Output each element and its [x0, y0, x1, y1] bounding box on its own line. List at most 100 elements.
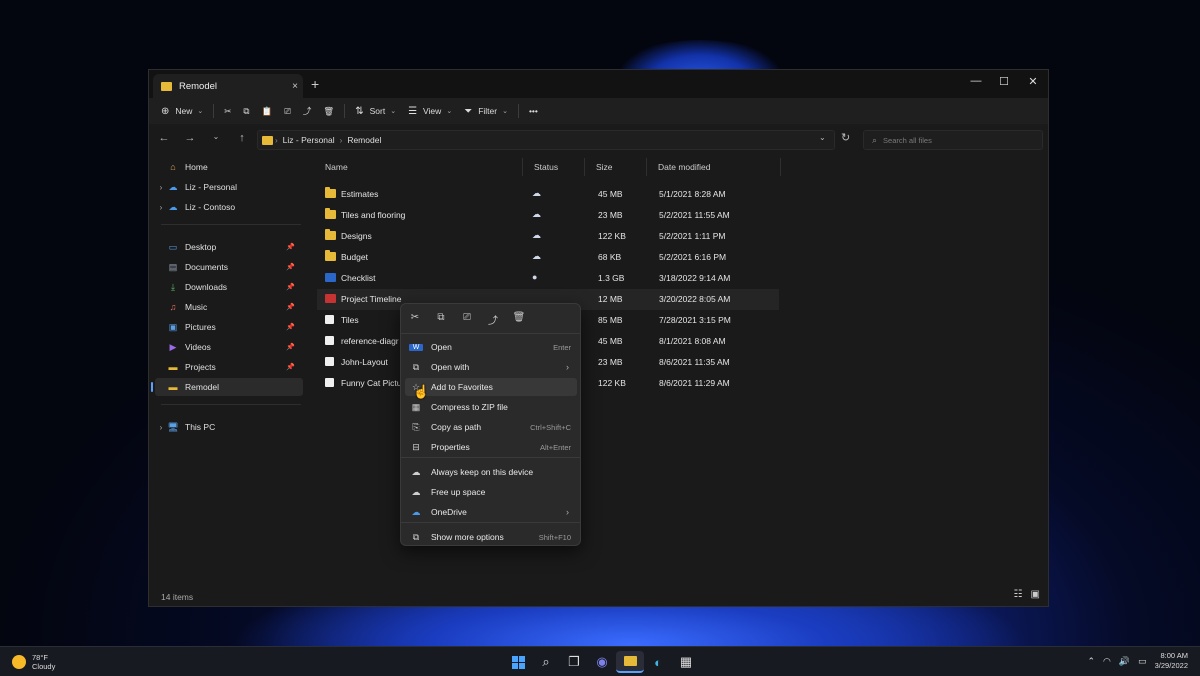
sidebar-item-desktop[interactable]: ▭ Desktop 📌 — [155, 238, 303, 256]
file-date: 5/2/2021 1:11 PM — [659, 231, 726, 241]
file-explorer-button[interactable] — [616, 651, 644, 673]
menu-item-compress-to-zip-file[interactable]: ▦ Compress to ZIP file — [405, 398, 577, 416]
chevron-right-icon[interactable]: › — [155, 423, 167, 432]
sidebar-item-home[interactable]: ⌂ Home — [155, 158, 303, 176]
search-input[interactable] — [883, 135, 1034, 145]
cut-icon[interactable]: ✂ — [407, 312, 423, 323]
chevron-right-icon[interactable]: › — [155, 183, 167, 192]
column-divider[interactable] — [780, 158, 781, 176]
menu-item-always-keep-on-this-device[interactable]: ☁ Always keep on this device — [405, 463, 577, 481]
breadcrumb-separator: › — [275, 135, 278, 145]
filter-button[interactable]: ⏷ Filter ⌄ — [458, 100, 514, 122]
paste-button[interactable]: 📋 — [255, 100, 278, 122]
navigation-pane: ⌂ Home › ☁ Liz - Personal › ☁ Liz - Cont… — [149, 156, 307, 586]
column-divider[interactable] — [646, 158, 647, 176]
wifi-icon[interactable]: ◠ — [1103, 656, 1111, 667]
share-icon[interactable]: ⤴ — [485, 312, 501, 327]
edge-button[interactable]: ◐ — [644, 651, 672, 673]
maximize-button[interactable]: ☐ — [990, 75, 1018, 88]
cut-button[interactable]: ✂ — [218, 100, 237, 122]
word-icon: W — [409, 343, 423, 351]
menu-item-copy-as-path[interactable]: ⎘ Copy as path Ctrl+Shift+C — [405, 418, 577, 436]
column-header-date-modified[interactable]: Date modified — [658, 162, 710, 176]
pin-icon[interactable]: 📌 — [286, 263, 295, 271]
sidebar-item-label: Projects — [185, 362, 216, 372]
trash-icon[interactable]: 🗑 — [511, 312, 527, 323]
sidebar-item-videos[interactable]: ▶ Videos 📌 — [155, 338, 303, 356]
forward-arrow-icon[interactable]: → — [181, 132, 199, 144]
sidebar-item-downloads[interactable]: ⤓ Downloads 📌 — [155, 278, 303, 296]
chevron-right-icon[interactable]: › — [155, 203, 167, 212]
search-box[interactable]: ⌕ — [863, 130, 1043, 150]
sidebar-item-this-pc[interactable]: › 🖥 This PC — [155, 418, 303, 436]
column-header-name[interactable]: Name — [325, 162, 348, 176]
delete-button[interactable]: 🗑 — [317, 100, 340, 122]
pin-icon[interactable]: 📌 — [286, 343, 295, 351]
more-button[interactable]: ••• — [523, 100, 544, 122]
column-divider[interactable] — [584, 158, 585, 176]
chevron-right-icon: › — [566, 362, 569, 372]
search-button[interactable]: ⌕ — [532, 651, 560, 673]
sidebar-item-liz-personal[interactable]: › ☁ Liz - Personal — [155, 178, 303, 196]
back-arrow-icon[interactable]: ← — [155, 132, 173, 144]
sidebar-item-documents[interactable]: ▤ Documents 📌 — [155, 258, 303, 276]
rename-icon[interactable]: ⎚ — [459, 312, 475, 323]
music-icon: ♫ — [169, 302, 177, 312]
task-view-button[interactable]: ❐ — [560, 651, 588, 673]
menu-item-add-to-favorites[interactable]: ☆ Add to Favorites — [405, 378, 577, 396]
menu-item-show-more-options[interactable]: ⧉ Show more options Shift+F10 — [405, 528, 577, 546]
table-row[interactable]: Checklist ● 1.3 GB 3/18/2022 9:14 AM — [317, 268, 777, 289]
copy-icon[interactable]: ⧉ — [433, 312, 449, 323]
menu-item-open-with[interactable]: ⧉ Open with › — [405, 358, 577, 376]
menu-item-free-up-space[interactable]: ☁ Free up space — [405, 483, 577, 501]
refresh-icon[interactable]: ↻ — [841, 131, 850, 144]
close-button[interactable]: ✕ — [1019, 75, 1047, 88]
column-header-size[interactable]: Size — [596, 162, 613, 176]
sidebar-item-liz-contoso[interactable]: › ☁ Liz - Contoso — [155, 198, 303, 216]
pin-icon[interactable]: 📌 — [286, 243, 295, 251]
table-row[interactable]: Estimates ☁ 45 MB 5/1/2021 8:28 AM — [317, 184, 777, 205]
details-view-icon[interactable]: ☷ — [1014, 589, 1023, 600]
store-button[interactable]: ▦ — [672, 651, 700, 673]
up-arrow-icon[interactable]: ↑ — [233, 132, 251, 144]
minimize-button[interactable]: — — [962, 75, 990, 87]
sidebar-item-music[interactable]: ♫ Music 📌 — [155, 298, 303, 316]
view-button[interactable]: ☰ View ⌄ — [402, 100, 458, 122]
chat-button[interactable]: ◉ — [588, 651, 616, 673]
clock[interactable]: 8:00 AM 3/29/2022 — [1155, 651, 1188, 671]
table-row[interactable]: Tiles and flooring ☁ 23 MB 5/2/2021 11:55 A… — [317, 205, 777, 226]
column-header-status[interactable]: Status — [534, 162, 558, 176]
rename-button[interactable]: ⎚ — [278, 100, 297, 122]
table-row[interactable]: Budget ☁ 68 KB 5/2/2021 6:16 PM — [317, 247, 777, 268]
breadcrumb-remodel[interactable]: Remodel — [347, 135, 381, 145]
share-button[interactable]: ⤴ — [297, 100, 318, 122]
pin-icon[interactable]: 📌 — [286, 303, 295, 311]
tab-close-icon[interactable]: × — [287, 81, 303, 92]
new-button[interactable]: ⊕ New ⌄ — [155, 100, 209, 122]
tiles-view-icon[interactable]: ▣ — [1031, 589, 1040, 600]
address-bar[interactable]: › Liz - Personal › Remodel — [257, 130, 835, 150]
tab-remodel[interactable]: Remodel × — [153, 74, 303, 98]
sidebar-item-remodel[interactable]: ▬ Remodel — [151, 378, 303, 396]
address-dropdown-icon[interactable]: ⌄ — [819, 133, 826, 142]
sidebar-item-projects[interactable]: ▬ Projects 📌 — [155, 358, 303, 376]
column-divider[interactable] — [522, 158, 523, 176]
pin-icon[interactable]: 📌 — [286, 283, 295, 291]
breadcrumb-liz-personal[interactable]: Liz - Personal — [283, 135, 335, 145]
menu-item-open[interactable]: W Open Enter — [405, 338, 577, 356]
table-row[interactable]: Designs ☁ 122 KB 5/2/2021 1:11 PM — [317, 226, 777, 247]
sidebar-item-pictures[interactable]: ▣ Pictures 📌 — [155, 318, 303, 336]
sort-button[interactable]: ⇅ Sort ⌄ — [349, 100, 402, 122]
pin-icon[interactable]: 📌 — [286, 323, 295, 331]
menu-item-onedrive[interactable]: ☁ OneDrive › — [405, 503, 577, 521]
copy-button[interactable]: ⧉ — [237, 100, 255, 122]
new-tab-button[interactable]: + — [311, 76, 319, 92]
battery-icon[interactable]: ▭ — [1138, 656, 1147, 667]
pin-icon[interactable]: 📌 — [286, 363, 295, 371]
menu-item-properties[interactable]: ⊟ Properties Alt+Enter — [405, 438, 577, 456]
recent-chevron-icon[interactable]: ⌄ — [207, 132, 225, 141]
volume-icon[interactable]: 🔊 — [1119, 656, 1130, 667]
chevron-up-icon[interactable]: ⌃ — [1087, 656, 1095, 667]
start-button[interactable] — [504, 651, 532, 673]
weather-widget[interactable]: 78°F Cloudy — [12, 653, 55, 671]
